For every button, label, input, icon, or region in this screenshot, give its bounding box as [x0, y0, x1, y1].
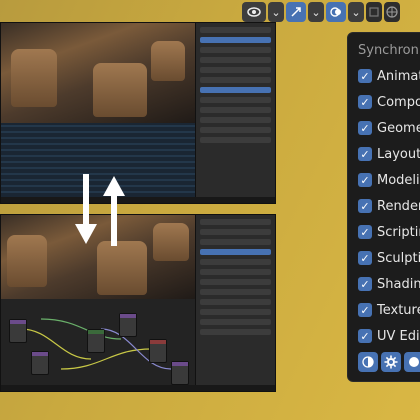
- viewport-3d: [1, 23, 197, 123]
- viewport-header: ⌄ ⌄ ⌄: [238, 0, 420, 24]
- chevron-down-icon[interactable]: ⌄: [268, 2, 284, 22]
- panel-icon-row: [358, 352, 420, 372]
- checkbox[interactable]: ✓: [358, 147, 372, 161]
- sync-item[interactable]: ✓ Scripting: [358, 219, 420, 245]
- eye-icon[interactable]: [242, 2, 266, 22]
- status-bar: [1, 197, 275, 203]
- overlay-icon[interactable]: [326, 2, 346, 22]
- sync-item[interactable]: ✓ Rendering: [358, 193, 420, 219]
- checkbox[interactable]: ✓: [358, 277, 372, 291]
- sync-item[interactable]: ✓ UV Editing: [358, 323, 420, 349]
- screenshot-animation-layout: [0, 22, 276, 204]
- sync-item-label: Compositing: [377, 94, 420, 110]
- gear-icon[interactable]: [381, 352, 401, 372]
- sync-item-label: Scripting: [377, 224, 420, 240]
- properties-panel: [195, 23, 275, 203]
- sync-arrows-icon: [75, 174, 125, 246]
- sync-item[interactable]: ✓ Compositing: [358, 89, 420, 115]
- sync-item-label: Rendering: [377, 198, 420, 214]
- checkbox[interactable]: ✓: [358, 329, 372, 343]
- chevron-down-icon[interactable]: ⌄: [308, 2, 324, 22]
- checkbox[interactable]: ✓: [358, 303, 372, 317]
- sync-item-label: Geometry Nodes: [377, 120, 420, 136]
- sync-item[interactable]: ✓ Sculpting: [358, 245, 420, 271]
- globe-icon[interactable]: [384, 2, 400, 22]
- sync-item-label: Texture Paint: [377, 302, 420, 318]
- chevron-down-icon[interactable]: ⌄: [348, 2, 364, 22]
- shading-icon[interactable]: [358, 352, 378, 372]
- sync-item-label: Sculpting: [377, 250, 420, 266]
- xray-icon[interactable]: [366, 2, 382, 22]
- node-editor: [1, 299, 197, 391]
- sync-item[interactable]: ✓ Modeling: [358, 167, 420, 193]
- sync-item-label: Shading: [377, 276, 420, 292]
- sync-item[interactable]: ✓ Shading: [358, 271, 420, 297]
- sphere-icon[interactable]: [404, 352, 420, 372]
- properties-panel: [195, 215, 275, 391]
- screenshot-shading-layout: [0, 214, 276, 392]
- checkbox[interactable]: ✓: [358, 251, 372, 265]
- checkbox[interactable]: ✓: [358, 225, 372, 239]
- checkbox[interactable]: ✓: [358, 69, 372, 83]
- sync-item[interactable]: ✓ Layout: [358, 141, 420, 167]
- gizmo-icon[interactable]: [286, 2, 306, 22]
- synchronize-panel: Synchronize ✓ Animation ✓ Compositing ✓ Geome…: [347, 32, 420, 382]
- checkbox[interactable]: ✓: [358, 199, 372, 213]
- sync-item[interactable]: ✓ Texture Paint: [358, 297, 420, 323]
- checkbox[interactable]: ✓: [358, 95, 372, 109]
- sync-item-label: Animation: [377, 68, 420, 84]
- sync-item[interactable]: ✓ Geometry Nodes: [358, 115, 420, 141]
- sync-item-label: Layout: [377, 146, 420, 162]
- status-bar: [1, 385, 275, 391]
- sync-item-label: UV Editing: [377, 328, 420, 344]
- checkbox[interactable]: ✓: [358, 173, 372, 187]
- panel-title: Synchronize: [358, 43, 420, 58]
- sync-item-label: Modeling: [377, 172, 420, 188]
- checkbox[interactable]: ✓: [358, 121, 372, 135]
- sync-item[interactable]: ✓ Animation: [358, 63, 420, 89]
